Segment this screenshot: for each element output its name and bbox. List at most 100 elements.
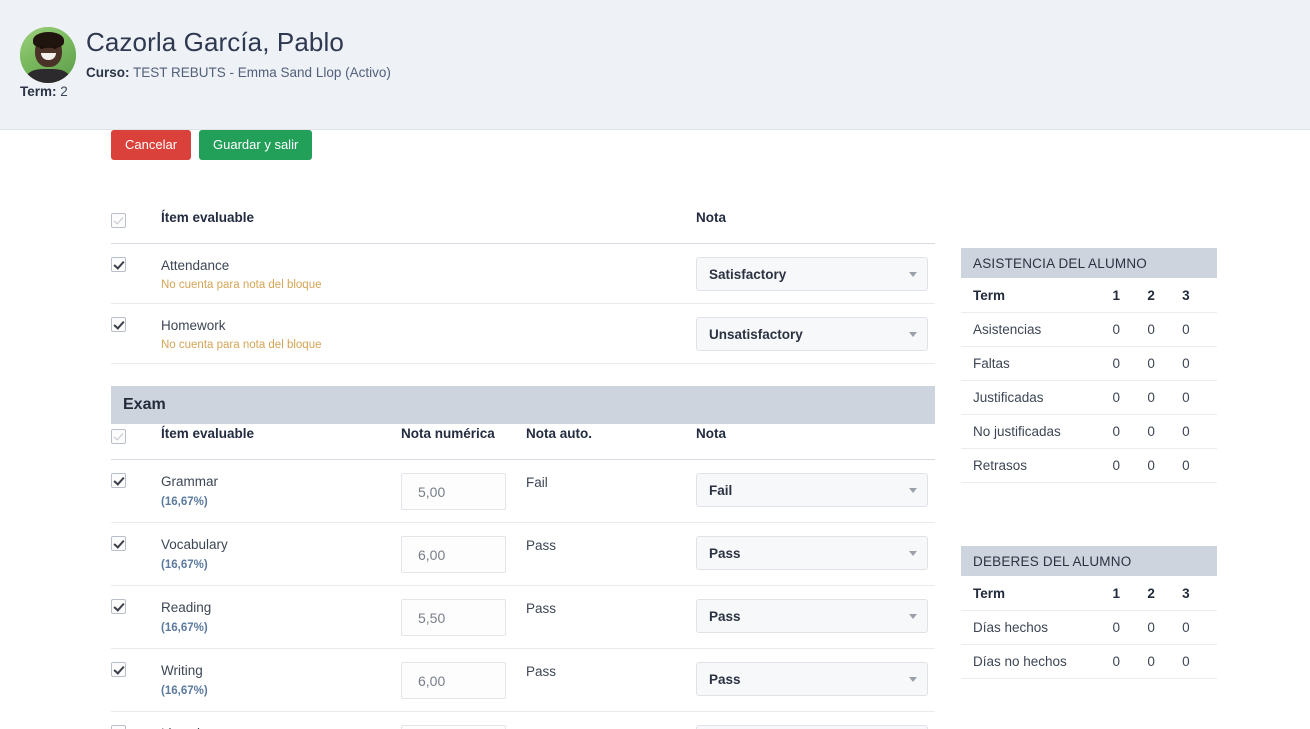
table-row: No justificadas 0 0 0 <box>961 414 1217 449</box>
item-cell: Reading (16,67%) <box>161 586 401 645</box>
numeric-grade-input[interactable] <box>401 536 506 574</box>
auto-grade-value: Pass <box>526 601 557 617</box>
avatar-eye-right <box>53 46 57 49</box>
attendance-term-col-3: 3 <box>1182 278 1217 313</box>
auto-grade-value: Pass <box>526 664 557 680</box>
numeric-cell <box>401 523 526 585</box>
auto-grade-value: Pass <box>526 725 696 729</box>
grade-select-value: Pass <box>709 671 741 687</box>
item-note: No cuenta para nota del bloque <box>161 339 322 352</box>
action-toolbar: Cancelar Guardar y salir <box>111 130 313 160</box>
numeric-cell <box>401 649 526 711</box>
attendance-row-label: No justificadas <box>961 414 1113 449</box>
page-title: Cazorla García, Pablo <box>86 27 344 57</box>
row-checkbox[interactable] <box>111 725 126 729</box>
table-row: Reading (16,67%) Pass Pass <box>111 586 935 650</box>
row-checkbox[interactable] <box>111 599 126 615</box>
numeric-grade-input[interactable] <box>401 473 506 511</box>
column-header-nota: Nota <box>696 426 726 442</box>
grade-select-value: Pass <box>709 545 741 561</box>
homework-panel: DEBERES DEL ALUMNO Term 1 2 3 Días hecho… <box>961 546 1217 679</box>
chevron-down-icon <box>909 551 917 557</box>
row-checkbox-cell <box>111 649 161 694</box>
homework-table: Term 1 2 3 Días hechos 0 0 0 Días no hec… <box>961 576 1217 679</box>
homework-row-label: Días no hechos <box>961 644 1113 679</box>
attendance-table: Term 1 2 3 Asistencias 0 0 0 Faltas 0 0 … <box>961 278 1217 483</box>
grade-cell: Pass <box>696 586 935 645</box>
grade-select[interactable]: Pass <box>696 725 928 729</box>
cancel-button[interactable]: Cancelar <box>111 130 192 160</box>
table-row: Homework No cuenta para nota del bloque … <box>111 304 935 365</box>
grade-cell: Pass <box>696 712 935 729</box>
attendance-value: 0 <box>1112 346 1148 381</box>
numeric-cell <box>401 460 526 522</box>
numeric-grade-input[interactable] <box>401 725 506 729</box>
numeric-grade-input[interactable] <box>401 662 506 700</box>
auto-grade-cell: Pass <box>526 586 696 628</box>
avatar <box>20 27 76 83</box>
item-weight: (16,67%) <box>161 558 208 571</box>
select-all-checkbox[interactable] <box>111 213 126 228</box>
attendance-value: 0 <box>1182 380 1217 415</box>
attendance-value: 0 <box>1112 414 1148 449</box>
table-row: Días hechos 0 0 0 <box>961 610 1217 645</box>
grade-select[interactable]: Fail <box>696 473 928 508</box>
attendance-term-col-1: 1 <box>1112 278 1148 313</box>
chevron-down-icon <box>909 614 917 620</box>
item-label: Vocabulary <box>161 537 228 553</box>
grade-select[interactable]: Unsatisfactory <box>696 317 928 352</box>
item-weight: (16,67%) <box>161 495 208 508</box>
attendance-row-label: Retrasos <box>961 448 1113 483</box>
grade-select[interactable]: Satisfactory <box>696 257 928 291</box>
course-label: Curso: <box>86 65 130 80</box>
item-cell: Grammar (16,67%) <box>161 460 401 519</box>
row-checkbox[interactable] <box>111 473 126 489</box>
table-row: Faltas 0 0 0 <box>961 346 1217 381</box>
homework-value: 0 <box>1182 610 1217 645</box>
item-label: Attendance <box>161 258 230 273</box>
attendance-row-label: Justificadas <box>961 380 1113 415</box>
attendance-value: 0 <box>1147 448 1183 483</box>
table-row: Justificadas 0 0 0 <box>961 380 1217 415</box>
column-header-nota: Nota <box>696 210 726 225</box>
grade-select[interactable]: Pass <box>696 599 928 634</box>
numeric-grade-input[interactable] <box>401 599 506 637</box>
grade-select-value: Unsatisfactory <box>709 326 803 342</box>
auto-grade-cell: Fail <box>526 460 696 502</box>
row-checkbox[interactable] <box>111 662 126 678</box>
term-indicator: Term: 2 <box>20 84 68 99</box>
auto-grade-cell: Pass <box>526 712 696 729</box>
item-cell: Listening (16,67%) <box>161 712 401 729</box>
page-header: Term: 2 Cazorla García, Pablo Curso: TES… <box>0 0 1310 130</box>
table-row: Asistencias 0 0 0 <box>961 312 1217 347</box>
row-checkbox[interactable] <box>111 257 126 272</box>
select-all-checkbox[interactable] <box>111 429 126 445</box>
grade-cell: Satisfactory <box>696 244 935 303</box>
attendance-value: 0 <box>1147 346 1183 381</box>
numeric-cell <box>401 586 526 648</box>
item-cell: Attendance No cuenta para nota del bloqu… <box>161 244 401 303</box>
column-header-item: Ítem evaluable <box>161 426 255 442</box>
attendance-value: 0 <box>1182 414 1217 449</box>
term-label: Term: <box>20 84 57 99</box>
grade-select[interactable]: Pass <box>696 536 928 571</box>
main-content: Cancelar Guardar y salir Ítem evaluable … <box>0 130 1310 729</box>
auto-grade-cell: Pass <box>526 523 696 565</box>
avatar-shoulders <box>27 69 69 83</box>
row-checkbox[interactable] <box>111 536 126 552</box>
attendance-value: 0 <box>1112 312 1148 347</box>
homework-panel-title: DEBERES DEL ALUMNO <box>961 546 1217 576</box>
row-checkbox-cell <box>111 523 161 568</box>
grade-cell: Pass <box>696 523 935 582</box>
row-checkbox[interactable] <box>111 317 126 333</box>
homework-row-label: Días hechos <box>961 610 1113 645</box>
save-and-exit-button[interactable]: Guardar y salir <box>199 130 313 160</box>
homework-term-label: Term <box>961 576 1113 611</box>
row-checkbox-cell <box>111 244 161 289</box>
grade-select[interactable]: Pass <box>696 662 928 697</box>
item-weight: (16,67%) <box>161 684 208 697</box>
student-photo <box>20 27 76 83</box>
grade-select-value: Satisfactory <box>709 266 787 282</box>
row-checkbox-cell <box>111 712 161 729</box>
row-checkbox-cell <box>111 586 161 631</box>
